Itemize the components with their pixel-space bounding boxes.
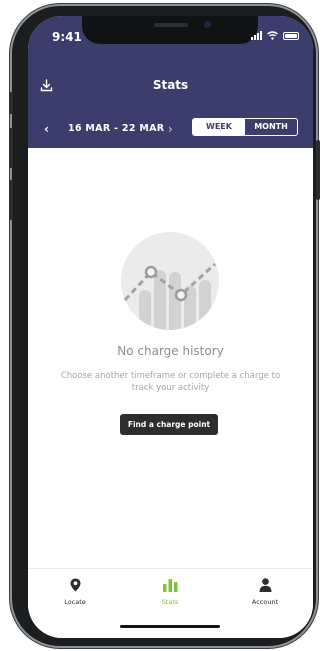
person-icon xyxy=(259,578,271,592)
stats-content: No charge history Choose another timefra… xyxy=(28,148,313,568)
camera xyxy=(204,21,211,28)
date-range-label: 16 MAR - 22 MAR xyxy=(68,123,165,134)
tab-label: Locate xyxy=(64,598,86,606)
signal-icon xyxy=(251,31,262,40)
month-toggle-button[interactable]: MONTH xyxy=(245,119,297,135)
tab-bar: Locate Stats Account xyxy=(28,568,313,638)
chevron-left-icon[interactable]: ‹ xyxy=(44,122,49,136)
notch xyxy=(82,16,258,44)
bar-chart-icon xyxy=(162,579,177,592)
home-indicator xyxy=(120,625,220,628)
empty-state-title: No charge history xyxy=(117,344,224,358)
phone-side-button xyxy=(9,92,13,114)
phone-side-button xyxy=(316,140,320,200)
tab-stats[interactable]: Stats xyxy=(135,577,205,606)
location-pin-icon xyxy=(70,578,80,592)
phone-side-button xyxy=(9,180,13,220)
date-navigator: ‹ 16 MAR - 22 MAR › WEEK MONTH xyxy=(28,118,313,140)
speaker xyxy=(154,23,188,27)
app-screen: 9:41 Stats ‹ 16 MAR - 22 MAR › WEEK MONT… xyxy=(28,16,313,638)
week-toggle-button[interactable]: WEEK xyxy=(193,119,245,135)
status-icons xyxy=(251,31,299,40)
status-time: 9:41 xyxy=(52,30,82,44)
wifi-icon xyxy=(267,31,278,40)
chevron-right-icon[interactable]: › xyxy=(168,122,173,136)
battery-icon xyxy=(283,31,299,40)
empty-state-message: Choose another timeframe or complete a c… xyxy=(60,371,281,393)
tab-account[interactable]: Account xyxy=(230,577,300,606)
timeframe-toggle: WEEK MONTH xyxy=(192,118,298,136)
page-title: Stats xyxy=(152,78,189,92)
empty-chart-illustration xyxy=(121,232,219,330)
tab-label: Account xyxy=(251,598,279,606)
tab-label: Stats xyxy=(161,598,179,606)
find-charge-point-button[interactable]: Find a charge point xyxy=(120,414,218,435)
tab-locate[interactable]: Locate xyxy=(40,577,110,606)
phone-side-button xyxy=(9,128,13,168)
header: 9:41 Stats ‹ 16 MAR - 22 MAR › WEEK MONT… xyxy=(28,16,313,148)
